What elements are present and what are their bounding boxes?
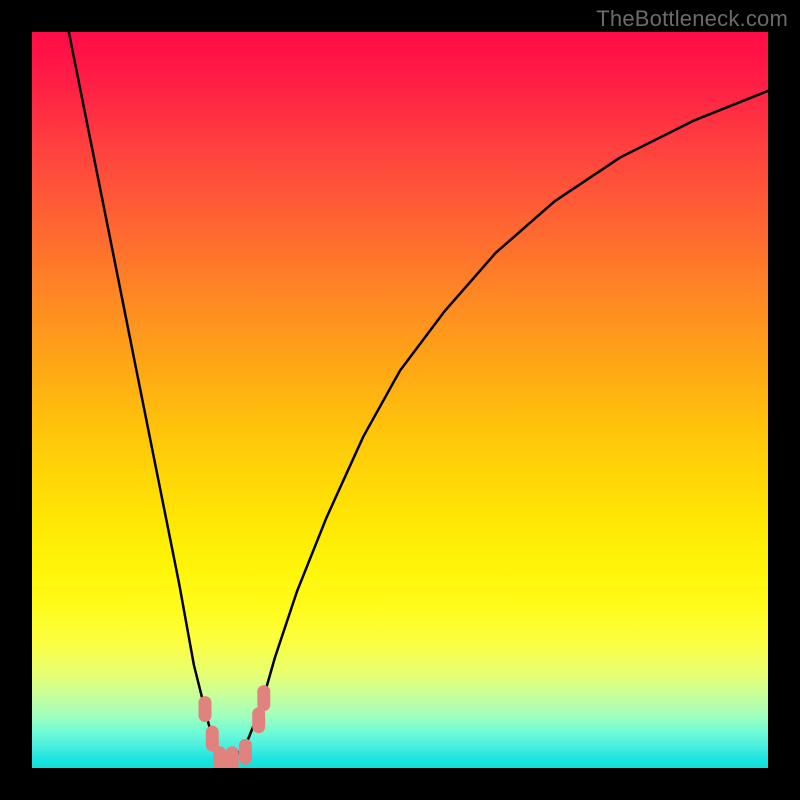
highlight-marker — [239, 739, 252, 765]
curve-layer — [32, 32, 768, 768]
highlight-marker — [226, 746, 239, 768]
highlight-marker — [252, 707, 265, 733]
highlight-markers — [199, 685, 271, 768]
bottleneck-curve — [69, 32, 768, 761]
highlight-marker — [213, 746, 226, 768]
highlight-marker — [257, 685, 270, 711]
plot-area — [32, 32, 768, 768]
watermark-text: TheBottleneck.com — [596, 6, 788, 32]
chart-frame: TheBottleneck.com — [0, 0, 800, 800]
highlight-marker — [199, 696, 212, 722]
bottleneck-curve-path — [69, 32, 768, 761]
